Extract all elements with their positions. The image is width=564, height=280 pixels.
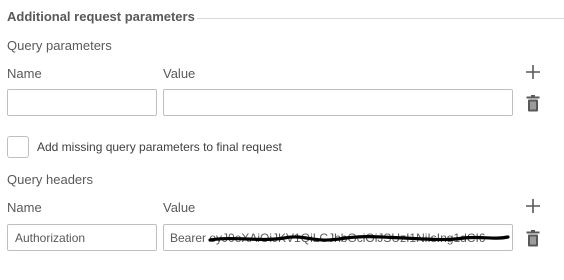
redaction-scribble xyxy=(208,235,510,242)
section-title: Additional request parameters xyxy=(7,9,195,24)
query-header-name-label: Name xyxy=(7,200,42,215)
query-param-name-label: Name xyxy=(7,66,42,81)
add-query-header-button[interactable] xyxy=(524,196,542,216)
trash-icon xyxy=(526,94,540,111)
delete-query-header-button[interactable] xyxy=(524,228,542,248)
query-header-name-input[interactable] xyxy=(7,224,157,251)
query-header-value-input[interactable]: Bearer eyJ0eXAiOiJKV1QiLCJhbGciOiJSUzI1N… xyxy=(163,224,513,251)
plus-icon xyxy=(526,65,540,79)
query-param-value-label: Value xyxy=(163,66,196,81)
add-missing-query-params-label[interactable]: Add missing query parameters to final re… xyxy=(37,140,282,154)
add-query-parameter-button[interactable] xyxy=(524,62,542,82)
section-divider xyxy=(197,18,564,19)
trash-icon xyxy=(526,229,540,246)
plus-icon xyxy=(526,199,540,213)
add-missing-query-params-checkbox[interactable] xyxy=(7,136,29,158)
query-header-value-label: Value xyxy=(163,200,196,215)
query-param-value-input[interactable] xyxy=(163,89,513,116)
query-parameters-label: Query parameters xyxy=(7,38,112,53)
delete-query-parameter-button[interactable] xyxy=(524,93,542,113)
query-param-name-input[interactable] xyxy=(7,89,157,116)
query-headers-label: Query headers xyxy=(7,172,93,187)
